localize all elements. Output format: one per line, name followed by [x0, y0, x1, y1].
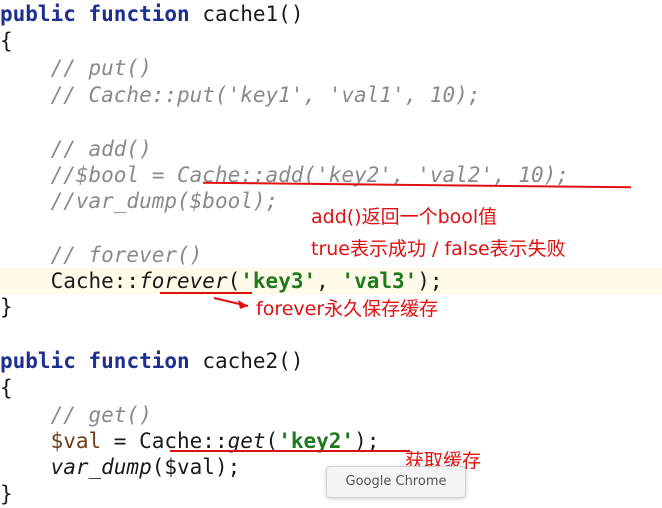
annotation-add-returns: add()返回一个bool值 [311, 206, 498, 228]
annotation-true-false: true表示成功 / false表示失败 [311, 238, 566, 260]
google-chrome-tooltip: Google Chrome [326, 466, 466, 498]
forever-arrow-head [238, 300, 248, 309]
annotation-forever: forever永久保存缓存 [256, 298, 439, 320]
